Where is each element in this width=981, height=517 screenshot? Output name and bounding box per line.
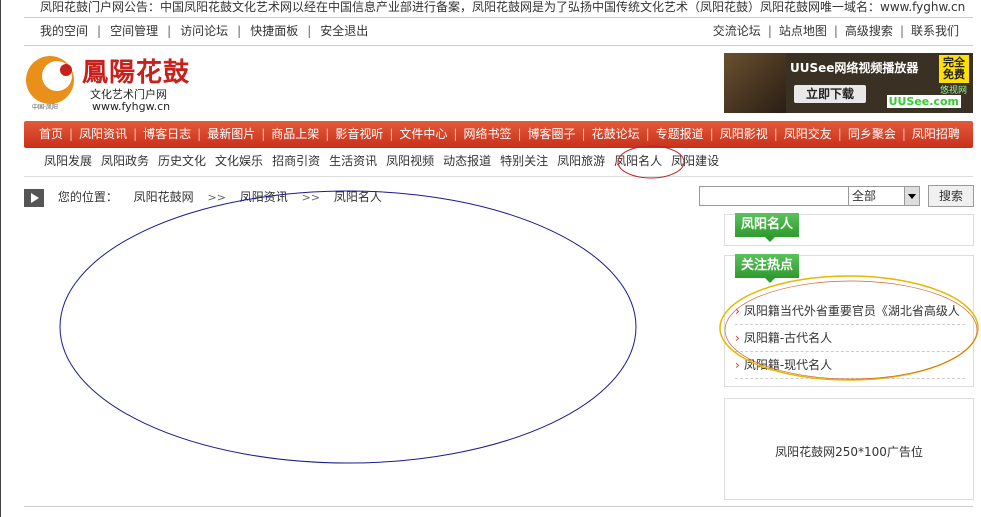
nav-separator: | (901, 127, 906, 141)
main-nav-items: 首页 | 凤阳资讯 | 博客日志 | 最新图片 | 商品上架 | 影音视听 | 文件中心 | 网络书签 | 博客… (39, 121, 960, 148)
list-item[interactable]: 凤阳籍-现代名人 (735, 352, 965, 379)
main-nav-item[interactable]: 凤阳资讯 (79, 127, 127, 141)
hot-topics-tab[interactable]: 关注热点 (735, 254, 800, 283)
sub-nav-item[interactable]: 招商引资 (272, 154, 320, 168)
sub-nav-item[interactable]: 凤阳建设 (671, 154, 719, 168)
main-nav-item[interactable]: 凤阳招聘 (912, 127, 960, 141)
main-nav-item[interactable]: 首页 (39, 127, 63, 141)
nav-separator: | (453, 127, 458, 141)
breadcrumb-separator: >> (301, 191, 321, 204)
list-item[interactable]: 凤阳籍-古代名人 (735, 325, 965, 352)
top-links-right: 交流论坛 | 站点地图 | 高级搜索 | 联系我们 (712, 24, 959, 38)
logout-link[interactable]: 安全退出 (320, 24, 368, 38)
hot-item-label[interactable]: 凤阳籍当代外省重要官员《湖北省高级人 (744, 304, 960, 318)
breadcrumb: 您的位置： 凤阳花鼓网 >> 凤阳资讯 >> 凤阳名人 (24, 187, 382, 207)
annotation-ellipse-main (59, 190, 637, 464)
forum-link[interactable]: 交流论坛 (713, 24, 761, 38)
breadcrumb-home[interactable]: 凤阳花鼓网 (134, 190, 194, 204)
site-notice: 凤阳花鼓门户网公告：中国凤阳花鼓文化艺术网以经在中国信息产业部进行备案，凤阳花鼓… (40, 0, 966, 14)
nav-separator: | (581, 127, 586, 141)
sub-nav-item[interactable]: 特别关注 (500, 154, 548, 168)
contact-link[interactable]: 联系我们 (911, 24, 959, 38)
chevron-down-icon[interactable] (904, 187, 919, 205)
sub-nav: 凤阳发展 凤阳政务 历史文化 文化娱乐 招商引资 生活资讯 凤阳视频 动态报道 特别关注 凤阳旅游… (24, 148, 973, 177)
quick-panel-link[interactable]: 快捷面板 (250, 24, 298, 38)
banner-brand: UUSee.com (886, 95, 961, 108)
nav-separator: | (133, 127, 138, 141)
main-nav-item[interactable]: 花鼓论坛 (592, 127, 640, 141)
nav-separator: | (69, 127, 74, 141)
play-arrow-icon (24, 188, 44, 207)
famous-people-tab[interactable]: 凤阳名人 (735, 213, 800, 242)
sitemap-link[interactable]: 站点地图 (779, 24, 827, 38)
hot-topics-list: 凤阳籍当代外省重要官员《湖北省高级人 凤阳籍-古代名人 凤阳籍-现代名人 (735, 298, 965, 379)
search-input[interactable] (699, 186, 849, 206)
banner-photo (724, 53, 786, 113)
space-manage-link[interactable]: 空间管理 (110, 24, 158, 38)
ad-placeholder[interactable]: 凤阳花鼓网250*100广告位 (724, 398, 974, 500)
famous-people-box: 凤阳名人 (724, 213, 974, 246)
nav-separator: | (389, 127, 394, 141)
nav-separator: | (709, 127, 714, 141)
my-space-link[interactable]: 我的空间 (40, 24, 88, 38)
search-scope-value: 全部 (852, 189, 877, 203)
logo-small-text: 中国·凤阳 (32, 104, 58, 111)
main-nav-item[interactable]: 凤阳影视 (720, 127, 768, 141)
nav-separator: | (197, 127, 202, 141)
main-nav-item[interactable]: 商品上架 (271, 127, 319, 141)
main-nav-item[interactable]: 网络书签 (463, 127, 511, 141)
hot-item-label[interactable]: 凤阳籍-现代名人 (744, 358, 832, 372)
breadcrumb-news[interactable]: 凤阳资讯 (240, 190, 288, 204)
sub-nav-items: 凤阳发展 凤阳政务 历史文化 文化娱乐 招商引资 生活资讯 凤阳视频 动态报道 特别关注 凤阳旅游… (44, 148, 728, 175)
sub-nav-item[interactable]: 凤阳视频 (386, 154, 434, 168)
ad-text: 凤阳花鼓网250*100广告位 (775, 445, 923, 459)
main-nav: 首页 | 凤阳资讯 | 博客日志 | 最新图片 | 商品上架 | 影音视听 | 文件中心 | 网络书签 | 博客… (24, 121, 973, 148)
nav-separator: | (261, 127, 266, 141)
main-nav-item[interactable]: 影音视听 (335, 127, 383, 141)
sub-nav-item[interactable]: 文化娱乐 (215, 154, 263, 168)
sub-nav-item[interactable]: 生活资讯 (329, 154, 377, 168)
main-nav-item[interactable]: 凤阳交友 (784, 127, 832, 141)
breadcrumb-label: 您的位置： (57, 190, 118, 204)
main-nav-item[interactable]: 博客圈子 (528, 127, 576, 141)
bottom-divider (24, 506, 973, 507)
search-button[interactable]: 搜索 (928, 185, 974, 207)
nav-separator: | (837, 127, 842, 141)
sub-nav-item[interactable]: 凤阳旅游 (557, 154, 605, 168)
nav-separator: | (773, 127, 778, 141)
list-item[interactable]: 凤阳籍当代外省重要官员《湖北省高级人 (735, 298, 965, 325)
nav-separator: | (517, 127, 522, 141)
left-border (0, 0, 1, 517)
hot-item-label[interactable]: 凤阳籍-古代名人 (744, 331, 832, 345)
sub-nav-item[interactable]: 凤阳政务 (101, 154, 149, 168)
hot-topics-box: 关注热点 凤阳籍当代外省重要官员《湖北省高级人 凤阳籍-古代名人 凤阳籍-现代名… (724, 254, 974, 387)
sub-nav-item[interactable]: 凤阳发展 (44, 154, 92, 168)
main-nav-item[interactable]: 文件中心 (399, 127, 447, 141)
top-links-left: 我的空间 | 空间管理 | 访问论坛 | 快捷面板 | 安全退出 (40, 24, 369, 38)
visit-forum-link[interactable]: 访问论坛 (180, 24, 228, 38)
main-nav-item[interactable]: 专题报道 (656, 127, 704, 141)
banner-title: UUSee网络视频播放器 (790, 61, 919, 75)
nav-separator: | (645, 127, 650, 141)
logo-title: 鳳陽花鼓 (82, 58, 191, 88)
nav-separator: | (325, 127, 330, 141)
search-scope-select[interactable]: 全部 (848, 186, 920, 206)
sub-nav-item[interactable]: 凤阳名人 (614, 154, 662, 168)
main-nav-item[interactable]: 最新图片 (207, 127, 255, 141)
site-logo[interactable]: 鳳陽花鼓 文化艺术门户网 www.fyhgw.cn 中国·凤阳 (24, 50, 194, 114)
main-nav-item[interactable]: 同乡聚会 (848, 127, 896, 141)
logo-url: www.fyhgw.cn (92, 100, 171, 113)
sub-nav-item[interactable]: 动态报道 (443, 154, 491, 168)
banner-badge: 完全免费 (939, 55, 969, 83)
advanced-search-link[interactable]: 高级搜索 (845, 24, 893, 38)
top-bar: 我的空间 | 空间管理 | 访问论坛 | 快捷面板 | 安全退出 交流论坛 | 站点地图 | 高级搜索 |… (24, 17, 973, 46)
main-nav-item[interactable]: 博客日志 (143, 127, 191, 141)
banner-download-button[interactable]: 立即下载 (794, 85, 866, 103)
breadcrumb-current: 凤阳名人 (333, 190, 382, 204)
sub-nav-item[interactable]: 历史文化 (158, 154, 206, 168)
uusee-banner-ad[interactable]: UUSee网络视频播放器 完全免费 立即下载 悠视网 UUSee.com (724, 53, 973, 113)
breadcrumb-separator: >> (207, 191, 226, 204)
